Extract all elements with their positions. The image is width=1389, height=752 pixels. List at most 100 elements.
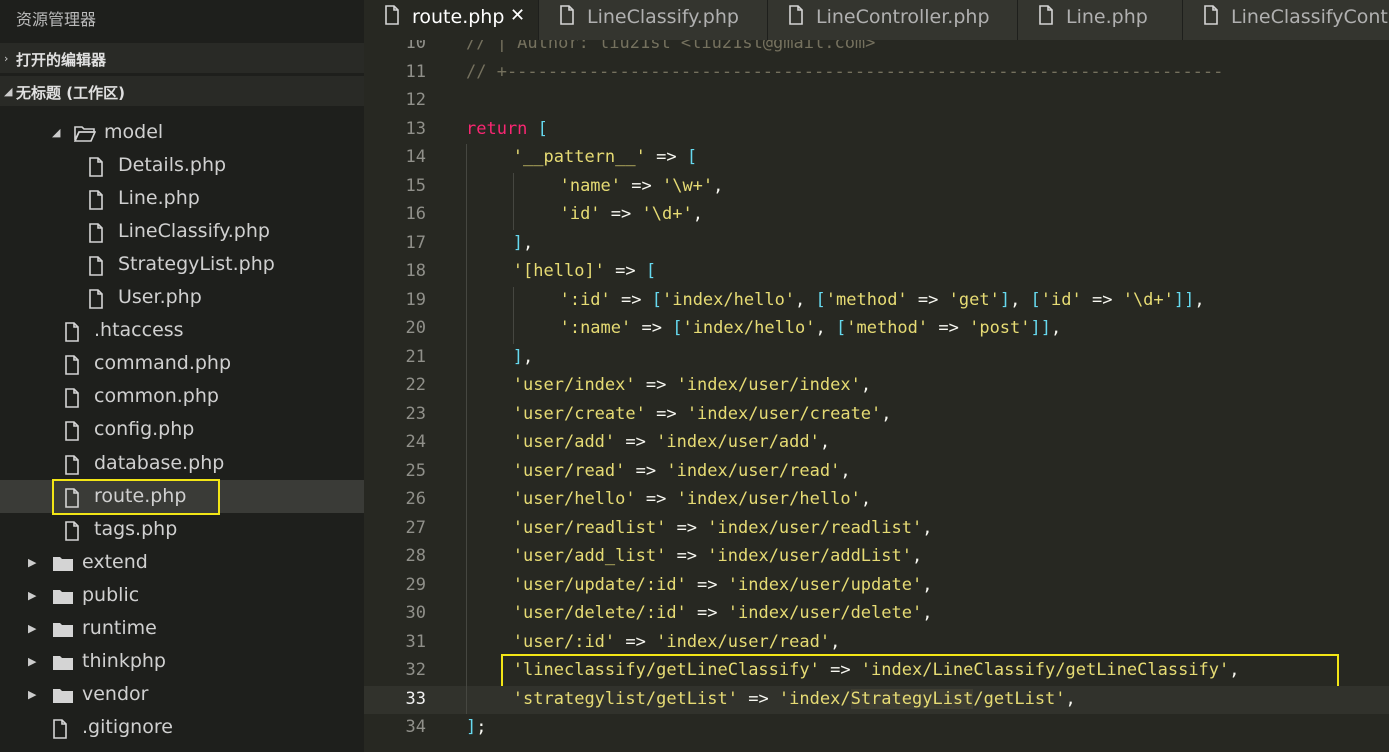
line-number: 27 xyxy=(405,517,426,538)
code-token: 'index/user/update' xyxy=(727,574,923,595)
code-token: => xyxy=(600,204,642,224)
file-icon xyxy=(1203,5,1219,29)
code-token: => xyxy=(686,603,728,623)
file-icon xyxy=(64,388,80,412)
line-number: 29 xyxy=(405,574,426,595)
tree-item-runtime[interactable]: ▶ runtime xyxy=(0,612,364,645)
code-token: 'name' xyxy=(559,175,622,196)
tab-route-php[interactable]: route.php ✕ xyxy=(364,0,539,40)
code-token: , xyxy=(523,346,534,367)
chevron-down-icon[interactable]: ◢ xyxy=(52,126,60,139)
tree-item-lineclassify-php[interactable]: LineClassify.php xyxy=(0,215,364,248)
code-token: ] xyxy=(512,346,524,367)
tree-item-command-php[interactable]: command.php xyxy=(0,347,364,380)
code-line[interactable]: 19 ':id' => ['index/hello', ['method' => … xyxy=(364,287,1389,315)
line-number: 18 xyxy=(405,261,426,281)
folder-icon xyxy=(52,587,74,609)
tree-item-user-php[interactable]: User.php xyxy=(0,281,364,314)
tree-item-htaccess[interactable]: .htaccess xyxy=(0,314,364,347)
code-token: 'user/readlist' xyxy=(512,517,667,538)
code-line[interactable]: 31 'user/:id' => 'index/user/read', xyxy=(364,629,1389,657)
code-line[interactable]: 15 'name' => '\w+', xyxy=(364,173,1389,201)
open-editors-section[interactable]: › 打开的编辑器 xyxy=(0,43,364,73)
file-icon xyxy=(52,719,68,743)
tab-line-php[interactable]: Line.php xyxy=(1018,0,1183,40)
tree-item-database-php[interactable]: database.php xyxy=(0,447,364,480)
code-line[interactable]: 18 '[hello]' => [ xyxy=(364,258,1389,286)
tree-item-label: .htaccess xyxy=(94,319,184,342)
tree-item-label: vendor xyxy=(82,682,149,705)
tree-item-gitignore[interactable]: .gitignore xyxy=(0,711,364,744)
code-line[interactable]: 12 xyxy=(364,87,1389,115)
chevron-down-icon: ◢ xyxy=(4,85,13,98)
chevron-right-icon[interactable]: ▶ xyxy=(28,688,36,701)
tree-item-thinkphp[interactable]: ▶ thinkphp xyxy=(0,645,364,678)
code-line[interactable]: 20 ':name' => ['index/hello', ['method' =… xyxy=(364,315,1389,343)
chevron-right-icon[interactable]: ▶ xyxy=(28,589,36,602)
code-line[interactable]: 22 'user/index' => 'index/user/index', xyxy=(364,372,1389,400)
line-number: 28 xyxy=(405,546,426,566)
tree-item-public[interactable]: ▶ public xyxy=(0,579,364,612)
chevron-right-icon[interactable]: ▶ xyxy=(28,622,36,635)
code-editor[interactable]: 10 // | Author: liu21st <liu21st@gmail.co… xyxy=(364,40,1389,752)
tree-item-details-php[interactable]: Details.php xyxy=(0,149,364,182)
tree-item-extend[interactable]: ▶ extend xyxy=(0,546,364,579)
tree-item-config-php[interactable]: config.php xyxy=(0,413,364,446)
code-token: , xyxy=(1065,688,1076,709)
tree-item-tags-php[interactable]: tags.php xyxy=(0,513,364,546)
tree-item-vendor[interactable]: ▶ vendor xyxy=(0,678,364,711)
chevron-right-icon[interactable]: ▶ xyxy=(28,655,36,668)
tree-item-line-php[interactable]: Line.php xyxy=(0,182,364,215)
tab-linecontroller-php[interactable]: LineController.php xyxy=(768,0,1018,40)
folder-icon xyxy=(52,653,74,675)
code-token: => xyxy=(610,289,652,310)
code-text: 'user/readlist' => 'index/user/readlist'… xyxy=(513,518,933,538)
close-icon[interactable]: ✕ xyxy=(510,5,525,26)
code-line[interactable]: 16 'id' => '\d+', xyxy=(364,201,1389,229)
code-line[interactable]: 17], xyxy=(364,230,1389,258)
code-line[interactable]: 33 'strategylist/getList' => 'index/Strat… xyxy=(364,685,1389,714)
folder-open-icon xyxy=(73,124,97,146)
code-line[interactable]: 27 'user/readlist' => 'index/user/readlis… xyxy=(364,515,1389,543)
tree-item-model[interactable]: ◢ model xyxy=(0,116,364,149)
code-line[interactable]: 14 '__pattern__' => [ xyxy=(364,144,1389,172)
code-line[interactable]: 29 'user/update/:id' => 'index/user/updat… xyxy=(364,572,1389,600)
code-token: '__pattern__' xyxy=(512,147,646,167)
line-number: 12 xyxy=(405,90,426,110)
code-line[interactable]: 34]; xyxy=(364,714,1389,742)
indent-guide xyxy=(466,144,467,714)
code-token: , xyxy=(819,432,831,452)
code-line[interactable]: 13 return [ xyxy=(364,116,1389,144)
code-line[interactable]: 10 // | Author: liu21st <liu21st@gmail.co… xyxy=(364,40,1389,58)
code-token: => xyxy=(615,631,657,652)
line-number: 11 xyxy=(405,61,426,82)
line-number: 15 xyxy=(405,175,426,196)
code-token: , xyxy=(860,375,872,395)
code-line[interactable]: 23 'user/create' => 'index/user/create', xyxy=(364,401,1389,429)
code-token: 'strategylist/getList' xyxy=(512,688,738,709)
tree-item-label: StrategyList.php xyxy=(118,253,275,276)
code-text: 'user/hello' => 'index/user/hello', xyxy=(513,489,871,509)
tree-item-strategylist-php[interactable]: StrategyList.php xyxy=(0,248,364,281)
tree-item-common-php[interactable]: common.php xyxy=(0,380,364,413)
workspace-label: 无标题 (工作区) xyxy=(16,84,125,102)
code-text: 'user/create' => 'index/user/create', xyxy=(513,404,892,424)
code-line[interactable]: 24 'user/add' => 'index/user/add', xyxy=(364,429,1389,457)
tab-lineclassify-php[interactable]: LineClassify.php xyxy=(539,0,768,40)
annotation-highlight-box xyxy=(501,654,1339,689)
code-text: ':id' => ['index/hello', ['method' => 'g… xyxy=(560,290,1205,310)
code-line[interactable]: 30 'user/delete/:id' => 'index/user/delet… xyxy=(364,600,1389,628)
chevron-right-icon[interactable]: ▶ xyxy=(28,556,36,569)
tab-lineclassifycontro[interactable]: LineClassifyContro xyxy=(1183,0,1389,40)
code-line[interactable]: 21], xyxy=(364,344,1389,372)
code-token: , xyxy=(922,574,933,595)
code-line[interactable]: 25 'user/read' => 'index/user/read', xyxy=(364,458,1389,486)
code-line[interactable]: 28 'user/add_list' => 'index/user/addList… xyxy=(364,543,1389,571)
code-line[interactable]: 11 // +----------------------------------… xyxy=(364,59,1389,87)
code-token: 'index/user/hello' xyxy=(676,489,861,509)
code-text: 'user/read' => 'index/user/read', xyxy=(513,461,851,481)
code-token: '\w+' xyxy=(661,175,714,196)
code-line[interactable]: 26 'user/hello' => 'index/user/hello', xyxy=(364,486,1389,514)
annotation-highlight-box xyxy=(52,478,220,515)
workspace-section[interactable]: ◢ 无标题 (工作区) xyxy=(0,76,364,106)
